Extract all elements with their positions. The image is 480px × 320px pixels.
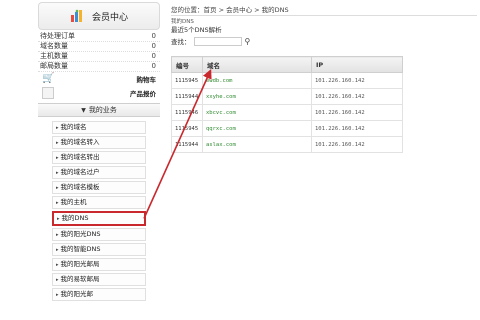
triangle-right-icon: ▸: [56, 200, 59, 206]
cart-link[interactable]: 🛒 购物车: [38, 72, 160, 86]
stat-value: 0: [151, 52, 156, 60]
menu-item-label: 我的阳光邮: [60, 290, 94, 298]
triangle-right-icon: ▸: [56, 125, 59, 131]
menu-item-my-domains[interactable]: ▸ 我的域名: [52, 121, 146, 134]
menu-item-my-dns[interactable]: ▸ 我的DNS: [52, 211, 146, 226]
stat-label: 主机数量: [40, 52, 68, 60]
table-header-row: 编号 域名 IP: [171, 56, 403, 73]
row-id: 1115946: [171, 104, 203, 121]
menu-item-label: 我的主机: [60, 198, 87, 206]
row-id: 1115945: [171, 120, 203, 137]
menu-item-label: 我的域名转入: [60, 138, 100, 146]
row-id: 1115944: [171, 88, 203, 105]
search-bar: 查找： ⚲: [171, 35, 477, 47]
triangle-right-icon: ▸: [56, 292, 59, 298]
menu-item-domain-templates[interactable]: ▸ 我的域名模板: [52, 181, 146, 194]
row-id: 1115945: [171, 72, 203, 89]
triangle-right-icon: ▸: [56, 277, 59, 283]
price-link[interactable]: 产品报价: [38, 86, 160, 100]
row-id: 1115944: [171, 136, 203, 153]
row-domain-link[interactable]: ewdb.com: [202, 72, 312, 89]
triangle-right-icon: ▸: [56, 185, 59, 191]
table-row[interactable]: 1115944 aslax.com 101.226.160.142: [171, 136, 403, 153]
stat-row-pending-orders[interactable]: 待处理订单 0: [38, 32, 160, 42]
menu-item-label: 我的智能DNS: [60, 245, 101, 253]
member-center-logo-icon: [70, 9, 82, 22]
table-row[interactable]: 1115945 ewdb.com 101.226.160.142: [171, 72, 403, 89]
menu-item-domain-ownership-transfer[interactable]: ▸ 我的域名过户: [52, 166, 146, 179]
row-domain-link[interactable]: xbcvc.com: [202, 104, 312, 121]
section-title: 我的业务: [88, 106, 117, 114]
search-input[interactable]: [193, 36, 242, 46]
triangle-right-icon: ▸: [56, 232, 59, 238]
triangle-down-icon: ▼: [81, 107, 86, 114]
stat-label: 邮局数量: [40, 62, 68, 70]
menu-item-label: 我的易软邮局: [60, 275, 100, 283]
price-label: 产品报价: [130, 90, 156, 98]
menu-item-sunshine-mail-2[interactable]: ▸ 我的阳光邮: [52, 288, 146, 301]
sidebar: 会员中心 待处理订单 0 域名数量 0 主机数量 0 邮局数量 0 🛒 购物车 …: [38, 2, 160, 320]
page-title: 我的DNS: [171, 19, 194, 25]
stat-value: 0: [151, 32, 156, 40]
stat-value: 0: [151, 62, 156, 70]
stat-label: 待处理订单: [40, 32, 75, 40]
my-business-section-header[interactable]: ▼ 我的业务: [38, 103, 160, 117]
stat-value: 0: [151, 42, 156, 50]
search-icon[interactable]: ⚲: [245, 37, 251, 46]
triangle-right-icon: ▸: [56, 155, 59, 161]
menu-item-label: 我的DNS: [61, 214, 89, 222]
menu-item-label: 我的域名过户: [60, 168, 100, 176]
menu-item-label: 我的域名: [60, 123, 87, 131]
member-center-header: 会员中心: [38, 2, 160, 30]
menu-item-sunshine-mail[interactable]: ▸ 我的阳光邮局: [52, 258, 146, 271]
table-row[interactable]: 1115944 xxyhe.com 101.226.160.142: [171, 88, 403, 105]
cart-label: 购物车: [136, 76, 157, 84]
latest-dns-caption: 最近5个DNS解析: [171, 26, 222, 34]
row-ip: 101.226.160.142: [311, 104, 403, 121]
search-label: 查找：: [171, 38, 191, 46]
triangle-right-icon: ▸: [56, 262, 59, 268]
column-header-ip[interactable]: IP: [311, 56, 403, 73]
menu-item-label: 我的阳光邮局: [60, 260, 100, 268]
menu-item-smart-dns[interactable]: ▸ 我的智能DNS: [52, 243, 146, 256]
stats-list: 待处理订单 0 域名数量 0 主机数量 0 邮局数量 0: [38, 32, 160, 72]
row-domain-link[interactable]: aslax.com: [202, 136, 312, 153]
menu-item-label: 我的域名模板: [60, 183, 100, 191]
column-header-domain[interactable]: 域名: [202, 56, 312, 73]
price-list-icon: [42, 87, 54, 99]
dns-table: 编号 域名 IP 1115945 ewdb.com 101.226.160.14…: [171, 56, 403, 153]
member-center-title: 会员中心: [91, 12, 128, 23]
menu-item-domain-transfer-in[interactable]: ▸ 我的域名转入: [52, 136, 146, 149]
menu-item-my-hosts[interactable]: ▸ 我的主机: [52, 196, 146, 209]
row-ip: 101.226.160.142: [311, 72, 403, 89]
shopping-cart-icon: 🛒: [42, 73, 55, 84]
row-ip: 101.226.160.142: [311, 88, 403, 105]
row-ip: 101.226.160.142: [311, 136, 403, 153]
column-header-id[interactable]: 编号: [171, 56, 203, 73]
menu-item-label: 我的域名转出: [60, 153, 100, 161]
triangle-right-icon: ▸: [56, 140, 59, 146]
menu-item-label: 我的阳光DNS: [60, 230, 101, 238]
business-menu: ▸ 我的域名 ▸ 我的域名转入 ▸ 我的域名转出 ▸ 我的域名过户 ▸ 我的域名模板 ▸ 我…: [52, 121, 146, 301]
breadcrumb: 您的位置：首页 > 会员中心 > 我的DNS: [171, 5, 477, 16]
triangle-right-icon: ▸: [57, 216, 60, 222]
triangle-right-icon: ▸: [56, 247, 59, 253]
stat-label: 域名数量: [40, 42, 68, 50]
menu-item-sunshine-dns[interactable]: ▸ 我的阳光DNS: [52, 228, 146, 241]
stat-row-hosts[interactable]: 主机数量 0: [38, 52, 160, 62]
row-ip: 101.226.160.142: [311, 120, 403, 137]
stat-row-mailboxes[interactable]: 邮局数量 0: [38, 62, 160, 72]
row-domain-link[interactable]: qqrxc.com: [202, 120, 312, 137]
menu-item-domain-transfer-out[interactable]: ▸ 我的域名转出: [52, 151, 146, 164]
main-content: 您的位置：首页 > 会员中心 > 我的DNS 我的DNS 最近5个DNS解析 查…: [171, 5, 477, 153]
row-domain-link[interactable]: xxyhe.com: [202, 88, 312, 105]
table-row[interactable]: 1115946 xbcvc.com 101.226.160.142: [171, 104, 403, 121]
menu-item-easysoft-mail[interactable]: ▸ 我的易软邮局: [52, 273, 146, 286]
triangle-right-icon: ▸: [56, 170, 59, 176]
stat-row-domains[interactable]: 域名数量 0: [38, 42, 160, 52]
table-row[interactable]: 1115945 qqrxc.com 101.226.160.142: [171, 120, 403, 137]
